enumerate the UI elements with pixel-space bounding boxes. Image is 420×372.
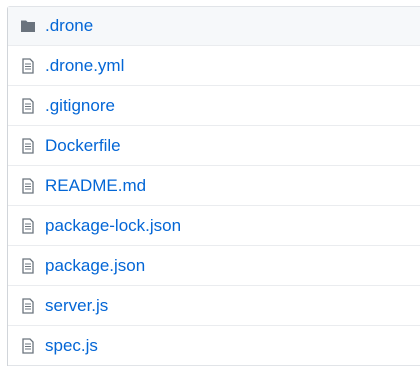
file-name[interactable]: server.js xyxy=(45,296,108,316)
file-name[interactable]: .gitignore xyxy=(45,96,115,116)
file-row-readme[interactable]: README.md xyxy=(8,166,420,206)
file-row-gitignore[interactable]: .gitignore xyxy=(8,86,420,126)
file-row-package-lock[interactable]: package-lock.json xyxy=(8,206,420,246)
file-row-server-js[interactable]: server.js xyxy=(8,286,420,326)
file-name[interactable]: package-lock.json xyxy=(45,216,181,236)
file-list: .drone .drone.yml .gitignore Dockerfile … xyxy=(7,6,420,366)
file-icon xyxy=(20,257,36,275)
file-name[interactable]: package.json xyxy=(45,256,145,276)
file-icon xyxy=(20,297,36,315)
file-icon xyxy=(20,177,36,195)
file-icon xyxy=(20,217,36,235)
file-row-package-json[interactable]: package.json xyxy=(8,246,420,286)
file-row-drone[interactable]: .drone xyxy=(8,7,420,46)
file-name[interactable]: .drone.yml xyxy=(45,56,124,76)
file-row-spec-js[interactable]: spec.js xyxy=(8,326,420,366)
file-name[interactable]: Dockerfile xyxy=(45,136,121,156)
file-name[interactable]: README.md xyxy=(45,176,146,196)
file-icon xyxy=(20,137,36,155)
folder-icon xyxy=(20,17,36,35)
file-row-dockerfile[interactable]: Dockerfile xyxy=(8,126,420,166)
file-row-drone-yml[interactable]: .drone.yml xyxy=(8,46,420,86)
file-icon xyxy=(20,337,36,355)
file-icon xyxy=(20,97,36,115)
file-icon xyxy=(20,57,36,75)
file-name[interactable]: spec.js xyxy=(45,336,98,356)
file-name[interactable]: .drone xyxy=(45,16,93,36)
